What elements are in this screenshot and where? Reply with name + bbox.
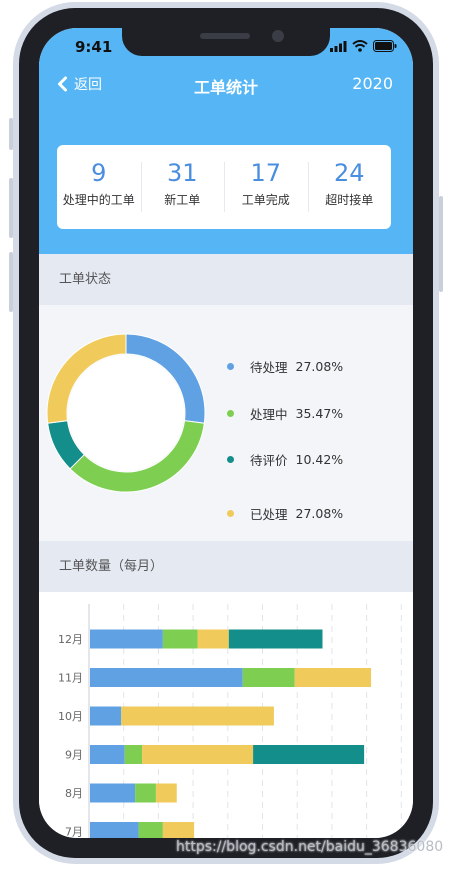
bar-segment[interactable] [162,822,195,838]
watermark: https://blog.csdn.net/baidu_36836080 [176,839,444,855]
stat-value: 17 [250,159,282,187]
stat-label: 新工单 [164,193,201,207]
bar-segment[interactable] [138,822,163,838]
legend-percent: 35.47% [295,406,344,421]
volume-up-button [9,178,13,238]
stat-value: 24 [333,159,365,187]
y-tick-label: 7月 [65,826,83,839]
notch [122,28,330,56]
legend-percent: 27.08% [295,506,344,521]
monthly-section-header: 工单数量（每月） [39,541,413,592]
status-section-title: 工单状态 [59,272,112,287]
legend-dot [227,410,234,417]
bar-segment[interactable] [90,706,122,726]
year-selector[interactable]: 2020 [352,74,393,93]
status-time: 9:41 [75,38,113,56]
legend-dot [227,456,234,463]
legend-item: 处理中 35.47% [227,404,343,423]
legend-dot [227,363,234,370]
monthly-bar-chart: 12月 11月 10月 9月 8月 7月 [58,604,402,839]
bar-segment[interactable] [90,745,125,764]
phone-screen: 9:41 返回 工单统计 2020 9 处理中的工单 31 新工单 17 工单完… [39,28,413,838]
front-camera [272,30,284,42]
y-tick-label: 10月 [58,710,83,723]
stats-card: 9 处理中的工单 31 新工单 17 工单完成 24 超时接单 [57,145,391,229]
stat-value: 9 [91,159,107,187]
legend-name: 处理中 [250,407,288,422]
bar-segment[interactable] [135,783,156,803]
legend-name: 待处理 [250,360,288,375]
speaker [200,33,250,39]
bar-segment[interactable] [162,629,198,649]
bar-segment[interactable] [228,629,323,649]
bar-segment[interactable] [294,668,372,687]
bar-segment[interactable] [142,745,254,764]
status-section-header: 工单状态 [39,254,413,305]
y-tick-label: 9月 [65,749,83,762]
stat-value: 31 [166,159,198,187]
stat-label: 处理中的工单 [62,193,135,207]
stat-new[interactable]: 31 新工单 [140,145,225,229]
monthly-section-title: 工单数量（每月） [59,559,164,574]
bar-segment[interactable] [124,745,143,764]
legend-percent: 10.42% [295,452,344,467]
bar-segment[interactable] [197,629,229,649]
bar-segment[interactable] [253,745,365,764]
status-donut-chart [46,333,206,493]
stat-label: 超时接单 [325,193,374,207]
legend-item: 待评价 10.42% [227,450,343,469]
legend-dot [227,510,234,517]
stat-completed[interactable]: 17 工单完成 [224,145,308,229]
stat-overdue[interactable]: 24 超时接单 [307,145,392,229]
y-tick-label: 11月 [58,672,83,685]
legend-name: 已处理 [250,507,288,522]
stat-in-progress[interactable]: 9 处理中的工单 [57,145,141,229]
bar-segment[interactable] [90,668,243,687]
bar-segment[interactable] [121,706,274,726]
battery-icon [373,40,397,52]
legend-item: 待处理 27.08% [227,357,343,376]
mute-switch [9,118,13,150]
bar-segment[interactable] [90,783,136,803]
bar-segment[interactable] [90,822,139,838]
stat-label: 工单完成 [241,193,290,207]
volume-down-button [9,252,13,312]
legend-name: 待评价 [250,453,288,468]
wifi-icon [352,40,368,52]
bar-segment[interactable] [155,783,177,803]
donut-hole [68,355,184,471]
bar-segment[interactable] [242,668,295,687]
legend-percent: 27.08% [295,359,344,374]
power-button [439,196,443,292]
status-chart-area: 待处理 27.08% 处理中 35.47% 待评价 10.42% 已处理 27.… [39,305,413,541]
legend-item: 已处理 27.08% [227,504,343,523]
y-tick-label: 8月 [65,787,83,800]
y-tick-label: 12月 [58,633,83,646]
monthly-chart-area: 12月 11月 10月 9月 8月 7月 [39,592,413,838]
status-icons [330,40,397,52]
bar-segment[interactable] [90,629,163,649]
signal-icon [330,40,347,52]
